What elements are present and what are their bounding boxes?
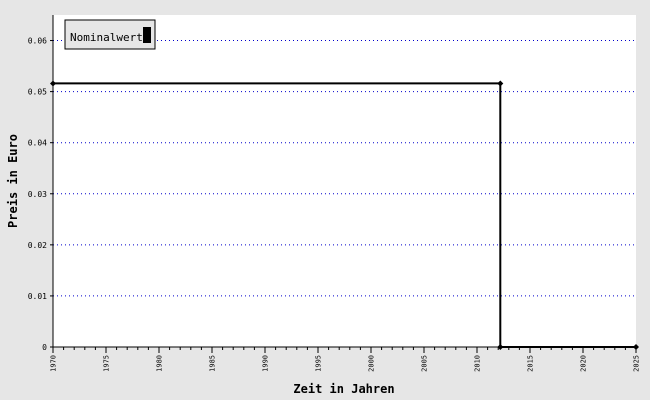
legend: Nominalwert: [64, 19, 156, 50]
x-tick-label: 1995: [315, 355, 323, 372]
y-tick-label: 0.06: [28, 37, 47, 46]
chart: 0 0.01 0.02 0.03 0.04 0.05 0.06 1970 1975 1980 19…: [0, 0, 650, 400]
x-tick-label: 2010: [474, 355, 482, 372]
y-tick-label: 0.05: [28, 88, 47, 97]
x-tick-label: 2020: [580, 355, 588, 372]
x-tick-label: 2005: [421, 355, 429, 372]
x-tick-labels: 1970 1975 1980 1985 1990 1995 2000 2005 2010 2015…: [50, 347, 641, 372]
y-tick-label: 0.03: [28, 190, 47, 199]
legend-label: Nominalwert: [70, 31, 143, 44]
y-axis-title: Preis in Euro: [6, 134, 20, 228]
y-tick-label: 0.04: [28, 139, 47, 148]
x-tick-label: 1970: [50, 355, 58, 372]
chart-canvas: 00.010.020.030.040.050.06 1970 1975 1980 19…: [6, 15, 641, 396]
x-tick-label: 2000: [368, 355, 376, 372]
y-tick-label: 0.01: [28, 292, 47, 301]
y-tick-labels: 0 0.01 0.02 0.03 0.04 0.05 0.06: [28, 37, 53, 352]
plot-area: [53, 15, 636, 347]
y-tick-label: 0: [42, 343, 47, 352]
y-tick-label: 0.02: [28, 241, 47, 250]
x-axis-title: Zeit in Jahren: [293, 382, 394, 396]
x-tick-label: 1990: [262, 355, 270, 372]
x-tick-label: 1975: [103, 355, 111, 372]
x-tick-label: 2025: [633, 355, 641, 372]
x-tick-label: 1980: [156, 355, 164, 372]
legend-swatch: [143, 27, 151, 43]
x-tick-label: 2015: [527, 355, 535, 372]
x-tick-label: 1985: [209, 355, 217, 372]
